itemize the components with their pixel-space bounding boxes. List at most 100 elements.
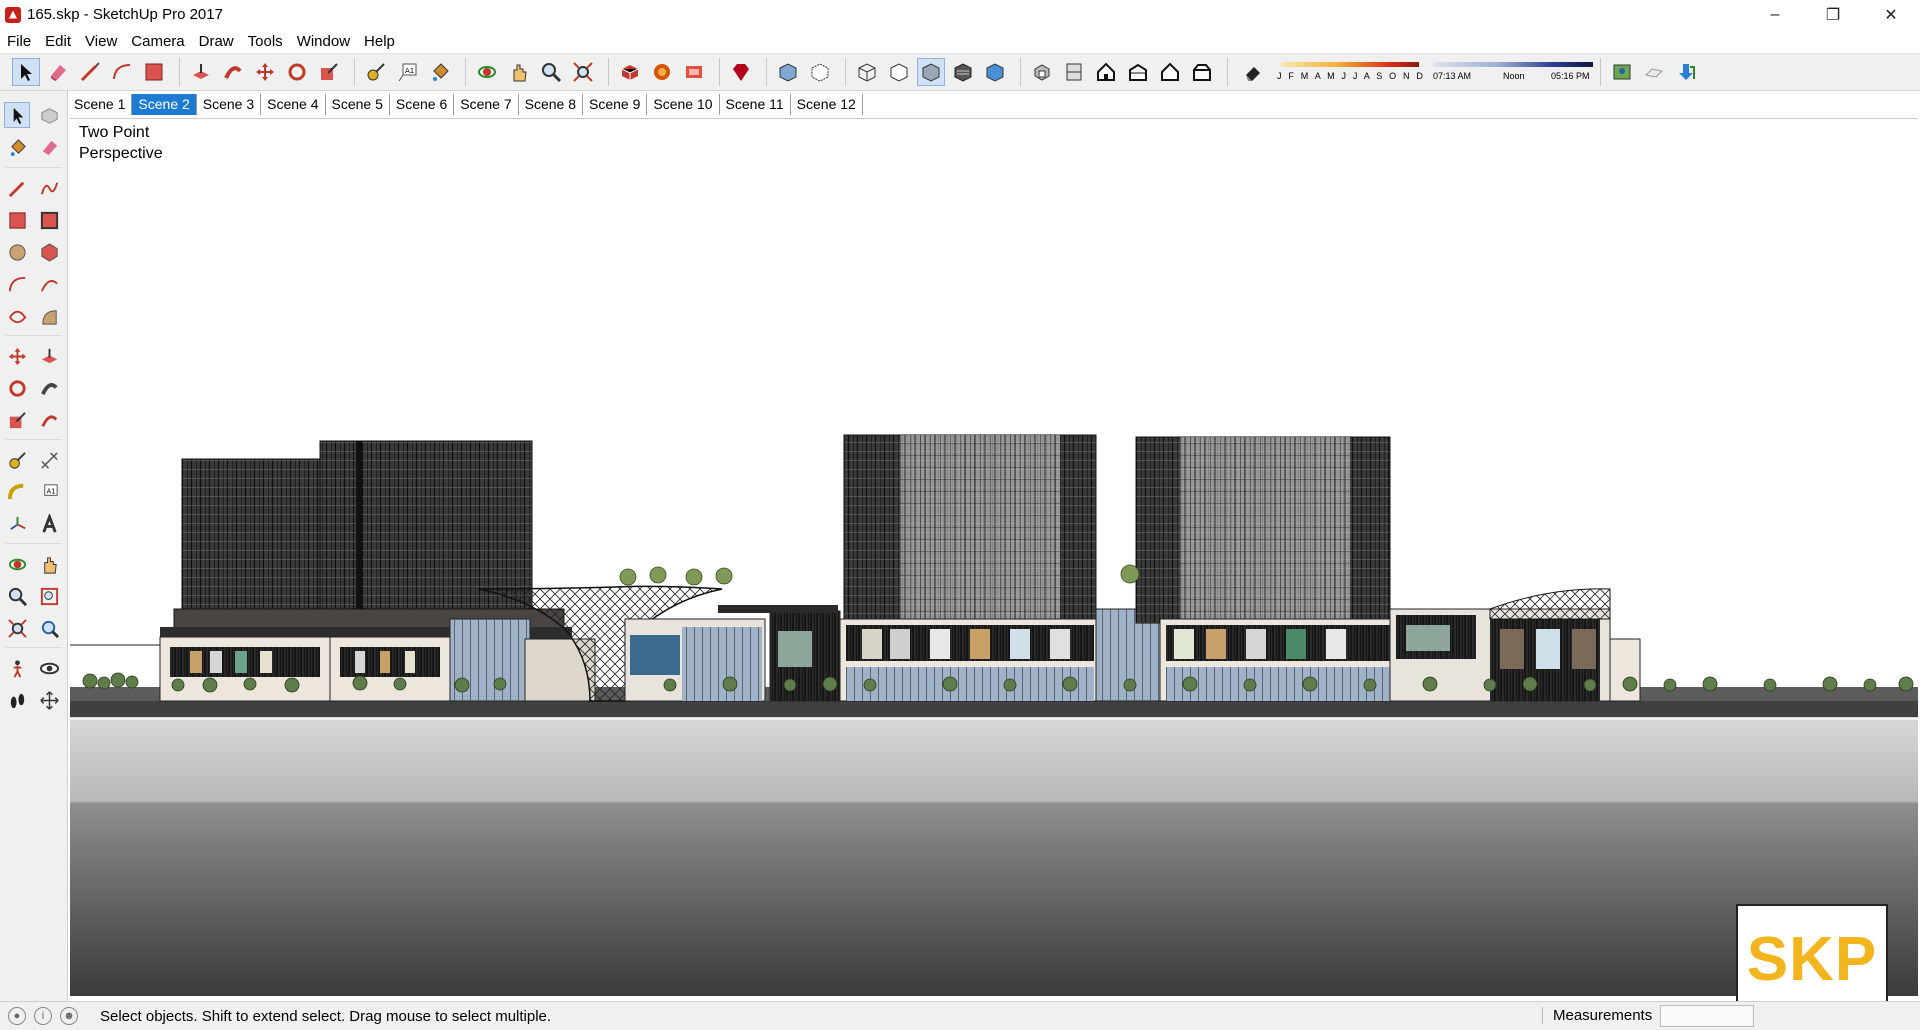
monochrome-icon[interactable] <box>981 58 1009 86</box>
orbit-icon[interactable] <box>4 551 30 577</box>
hidden-line-icon[interactable] <box>885 58 913 86</box>
follow-me-icon[interactable] <box>36 375 62 401</box>
walk-icon[interactable] <box>4 687 30 713</box>
polygon-icon[interactable] <box>36 239 62 265</box>
tab-scene-3[interactable]: Scene 3 <box>197 93 262 115</box>
download-icon[interactable] <box>1672 58 1700 86</box>
push-pull-icon[interactable] <box>36 343 62 369</box>
menu-window[interactable]: Window <box>290 33 357 50</box>
ruby-icon[interactable] <box>727 58 755 86</box>
extension-warehouse-icon[interactable] <box>680 58 708 86</box>
pie-icon[interactable] <box>36 303 62 329</box>
tape-measure-icon[interactable] <box>4 447 30 473</box>
tab-scene-5[interactable]: Scene 5 <box>326 93 390 115</box>
menu-edit[interactable]: Edit <box>38 33 78 50</box>
tab-scene-9[interactable]: Scene 9 <box>583 93 648 115</box>
zoom-icon[interactable] <box>4 583 30 609</box>
look-around-icon[interactable] <box>36 655 62 681</box>
section-plane-icon[interactable] <box>36 687 62 713</box>
axes-icon[interactable] <box>4 511 30 537</box>
xray-icon[interactable] <box>774 58 802 86</box>
freehand-icon[interactable] <box>36 175 62 201</box>
top-view-icon[interactable] <box>1060 58 1088 86</box>
scale-icon[interactable] <box>4 407 30 433</box>
tab-scene-12[interactable]: Scene 12 <box>791 93 863 115</box>
paint-bucket-icon[interactable] <box>4 134 30 160</box>
rotate-icon[interactable] <box>4 375 30 401</box>
line-icon[interactable] <box>4 175 30 201</box>
tab-scene-4[interactable]: Scene 4 <box>261 93 326 115</box>
user-icon[interactable]: ☻ <box>60 1007 78 1025</box>
shadows-icon[interactable] <box>1239 58 1267 86</box>
push-pull-icon[interactable] <box>187 58 215 86</box>
pan-icon[interactable] <box>505 58 533 86</box>
back-edges-icon[interactable] <box>806 58 834 86</box>
tab-scene-8[interactable]: Scene 8 <box>519 93 583 115</box>
select-icon[interactable] <box>4 102 30 128</box>
shaded-icon[interactable] <box>917 58 945 86</box>
model-viewport[interactable]: Two Point Perspective <box>70 118 1918 996</box>
eraser-icon[interactable] <box>36 134 62 160</box>
measurements-input[interactable] <box>1660 1005 1754 1027</box>
tab-scene-10[interactable]: Scene 10 <box>647 93 720 115</box>
make-component-icon[interactable] <box>36 102 62 128</box>
geo-location-icon[interactable] <box>1608 58 1636 86</box>
info-icon[interactable]: i <box>34 1007 52 1025</box>
sandbox-icon[interactable] <box>1640 58 1668 86</box>
paint-bucket-icon[interactable] <box>426 58 454 86</box>
menu-file[interactable]: File <box>0 33 38 50</box>
three-point-arc-icon[interactable] <box>4 303 30 329</box>
menu-help[interactable]: Help <box>357 33 402 50</box>
select-icon[interactable] <box>12 58 40 86</box>
components-icon[interactable] <box>616 58 644 86</box>
arc-icon[interactable] <box>108 58 136 86</box>
scale-icon[interactable] <box>315 58 343 86</box>
shadow-month-slider[interactable]: J F M A M J J A S O N D <box>1277 59 1423 85</box>
right-view-icon[interactable] <box>1124 58 1152 86</box>
menu-tools[interactable]: Tools <box>241 33 290 50</box>
text-icon[interactable]: A1 <box>36 479 62 505</box>
arc-icon[interactable] <box>4 271 30 297</box>
front-view-icon[interactable] <box>1092 58 1120 86</box>
dimension-icon[interactable] <box>36 447 62 473</box>
menu-view[interactable]: View <box>78 33 124 50</box>
iso-icon[interactable] <box>1028 58 1056 86</box>
protractor-icon[interactable] <box>4 479 30 505</box>
tab-scene-6[interactable]: Scene 6 <box>390 93 455 115</box>
pan-icon[interactable] <box>36 551 62 577</box>
close-icon[interactable]: ✕ <box>1862 0 1920 29</box>
3d-text-icon[interactable] <box>36 511 62 537</box>
rotated-rectangle-icon[interactable] <box>36 207 62 233</box>
menu-draw[interactable]: Draw <box>192 33 241 50</box>
text-icon[interactable]: A1 <box>394 58 422 86</box>
offset-icon[interactable] <box>36 407 62 433</box>
zoom-extents-icon[interactable] <box>569 58 597 86</box>
tab-scene-2[interactable]: Scene 2 <box>132 93 197 115</box>
shadow-time-slider[interactable]: 07:13 AM Noon 05:16 PM <box>1433 59 1593 85</box>
restore-icon[interactable]: ❐ <box>1804 0 1862 29</box>
wireframe-icon[interactable] <box>853 58 881 86</box>
move-icon[interactable] <box>251 58 279 86</box>
tab-scene-7[interactable]: Scene 7 <box>454 93 519 115</box>
shaded-textures-icon[interactable] <box>949 58 977 86</box>
rectangle-icon[interactable] <box>140 58 168 86</box>
back-view-icon[interactable] <box>1156 58 1184 86</box>
minimize-icon[interactable]: – <box>1746 0 1804 29</box>
geo-location-status-icon[interactable]: ● <box>8 1007 26 1025</box>
rotate-icon[interactable] <box>283 58 311 86</box>
position-camera-icon[interactable] <box>4 655 30 681</box>
line-icon[interactable] <box>76 58 104 86</box>
previous-view-icon[interactable] <box>36 615 62 641</box>
move-icon[interactable] <box>4 343 30 369</box>
zoom-extents-icon[interactable] <box>4 615 30 641</box>
circle-icon[interactable] <box>4 239 30 265</box>
rectangle-icon[interactable] <box>4 207 30 233</box>
tab-scene-11[interactable]: Scene 11 <box>720 93 791 115</box>
follow-me-icon[interactable] <box>219 58 247 86</box>
zoom-window-icon[interactable] <box>36 583 62 609</box>
tab-scene-1[interactable]: Scene 1 <box>68 93 133 115</box>
orbit-icon[interactable] <box>473 58 501 86</box>
zoom-icon[interactable] <box>537 58 565 86</box>
3d-warehouse-icon[interactable] <box>648 58 676 86</box>
two-point-arc-icon[interactable] <box>36 271 62 297</box>
